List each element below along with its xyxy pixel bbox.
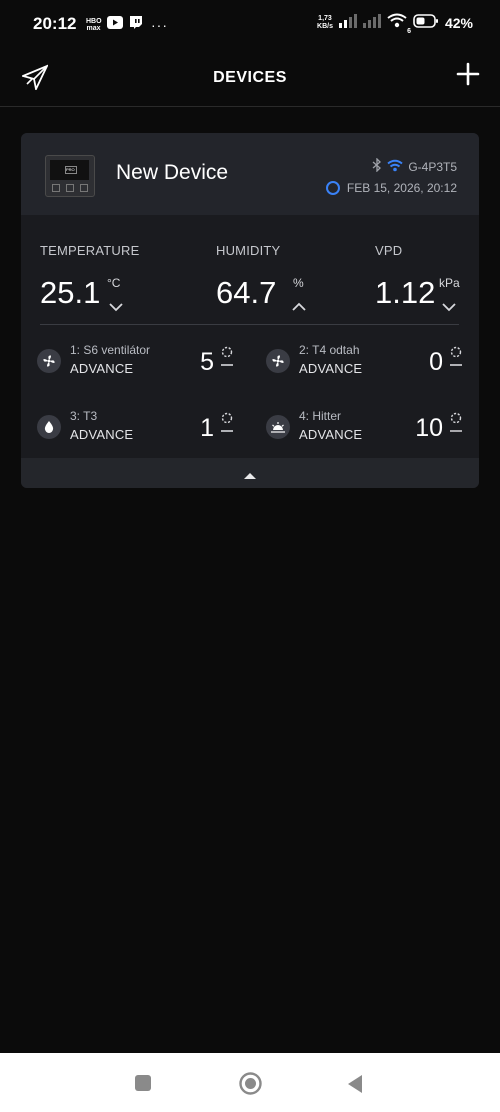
trend-up-icon: [291, 299, 307, 317]
plus-icon: [456, 62, 480, 86]
temperature-value: 25.1: [40, 275, 101, 310]
temperature-label: TEMPERATURE: [40, 243, 140, 258]
channel-level: 10: [415, 414, 443, 442]
wifi-badge: 6: [407, 28, 411, 35]
auto-mode-icon: [220, 346, 234, 368]
network-speed: 1,73 KB/s: [317, 15, 333, 30]
humidity-unit: %: [293, 276, 304, 290]
channel-mode: ADVANCE: [70, 427, 134, 442]
home-button[interactable]: [239, 1072, 262, 1095]
temperature-unit: °C: [107, 276, 121, 290]
channel-name: 1: S6 ventilátor: [70, 343, 151, 357]
channel-4[interactable]: 4: Hitter ADVANCE 10: [266, 409, 476, 451]
device-name: New Device: [116, 161, 229, 184]
channel-level: 0: [429, 348, 443, 376]
device-card[interactable]: PRO New Device G-4P3T5 FEB 15, 2026, 20:…: [21, 133, 479, 488]
add-device-button[interactable]: [454, 60, 482, 88]
caret-up-icon: [244, 473, 256, 479]
trend-down-icon: [108, 299, 124, 317]
fan-icon: [266, 349, 290, 373]
device-thumb-label: PRO: [65, 166, 77, 174]
twitch-icon: [129, 15, 143, 35]
collapse-button[interactable]: [243, 468, 257, 479]
wifi-connected-icon: [387, 159, 403, 175]
channel-name: 3: T3: [70, 409, 98, 423]
channel-level: 1: [200, 414, 214, 442]
back-triangle-icon: [348, 1075, 362, 1093]
device-meta: G-4P3T5 FEB 15, 2026, 20:12: [325, 157, 457, 195]
channel-level: 5: [200, 348, 214, 376]
card-footer: [21, 458, 479, 488]
channel-name: 2: T4 odtah: [299, 343, 360, 357]
heater-icon: [266, 415, 290, 439]
status-right: 1,73 KB/s 6 42%: [317, 13, 473, 35]
channel-3[interactable]: 3: T3 ADVANCE 1: [37, 409, 247, 451]
channel-1[interactable]: 1: S6 ventilátor ADVANCE 5: [37, 343, 247, 385]
device-thumbnail: PRO: [45, 155, 95, 197]
wifi-icon: 6: [387, 13, 411, 35]
device-updated: FEB 15, 2026, 20:12: [346, 181, 457, 195]
status-bar: 20:12 HBO max ··· 1,73 KB/s 6 42%: [0, 0, 500, 48]
signal-2-icon: [362, 13, 381, 33]
back-button[interactable]: [346, 1074, 364, 1094]
signal-icon: [338, 13, 357, 33]
trend-down-icon: [441, 299, 457, 317]
temperature-metric: TEMPERATURE 25.1 °C: [40, 243, 140, 312]
humidity-label: HUMIDITY: [216, 243, 281, 258]
fan-icon: [37, 349, 61, 373]
recents-button[interactable]: [135, 1075, 151, 1091]
auto-mode-icon: [220, 412, 234, 434]
water-drop-icon: [37, 415, 61, 439]
humidity-metric: HUMIDITY 64.7 %: [216, 243, 306, 311]
vpd-unit: kPa: [439, 276, 460, 290]
auto-mode-icon: [449, 346, 463, 368]
auto-mode-icon: [449, 412, 463, 434]
divider: [40, 324, 459, 325]
vpd-value: 1.12: [375, 275, 436, 310]
channel-mode: ADVANCE: [70, 361, 134, 376]
sync-status-icon: [325, 181, 340, 195]
battery-icon: [413, 13, 439, 33]
youtube-icon: [107, 16, 123, 34]
hbo-max-icon: HBO max: [86, 18, 102, 32]
bluetooth-icon: [372, 157, 382, 175]
device-id: G-4P3T5: [408, 159, 457, 174]
channel-2[interactable]: 2: T4 odtah ADVANCE 0: [266, 343, 476, 385]
channel-name: 4: Hitter: [299, 409, 342, 423]
humidity-value: 64.7: [216, 275, 277, 310]
system-nav-bar: [0, 1053, 500, 1112]
app-bar: DEVICES: [0, 48, 500, 107]
vpd-label: VPD: [375, 243, 403, 258]
status-time: 20:12: [33, 14, 77, 33]
channel-mode: ADVANCE: [299, 361, 363, 376]
device-card-header[interactable]: PRO New Device G-4P3T5 FEB 15, 2026, 20:…: [21, 133, 479, 215]
more-notifications-icon: ···: [151, 17, 168, 33]
notification-icons: HBO max ···: [86, 15, 168, 35]
page-title: DEVICES: [213, 69, 287, 86]
vpd-metric: VPD 1.12 kPa: [375, 243, 460, 312]
channel-mode: ADVANCE: [299, 427, 363, 442]
home-circle-icon: [239, 1072, 262, 1095]
battery-percent: 42%: [444, 15, 473, 31]
